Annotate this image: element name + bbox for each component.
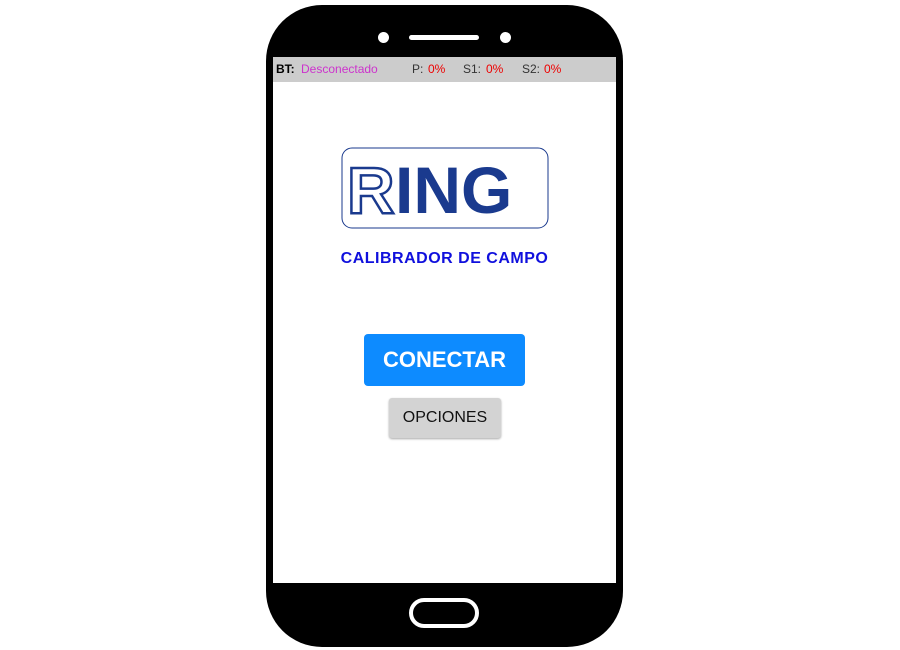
status-bar: BT: Desconectado P: 0% S1: 0% S2: 0% xyxy=(273,57,616,82)
s1-value: 0% xyxy=(486,62,504,76)
p-label: P: xyxy=(412,62,424,76)
ring-logo: R ING xyxy=(341,147,549,229)
home-button[interactable] xyxy=(409,598,479,628)
app-screen: BT: Desconectado P: 0% S1: 0% S2: 0% R I… xyxy=(273,57,616,583)
sensor-dot-icon xyxy=(500,32,511,43)
conectar-button[interactable]: CONECTAR xyxy=(364,334,525,386)
app-subtitle: CALIBRADOR DE CAMPO xyxy=(340,250,549,267)
opciones-button[interactable]: OPCIONES xyxy=(389,398,501,438)
s2-label: S2: xyxy=(522,62,541,76)
phone-frame: BT: Desconectado P: 0% S1: 0% S2: 0% R I… xyxy=(266,5,623,647)
p-value: 0% xyxy=(428,62,446,76)
speaker-grille xyxy=(409,35,479,40)
logo-solid-letters: ING xyxy=(395,153,512,227)
s2-value: 0% xyxy=(544,62,562,76)
bt-status-value: Desconectado xyxy=(301,62,378,76)
logo-outline-letter: R xyxy=(347,153,395,227)
bt-label: BT: xyxy=(276,62,295,76)
s1-label: S1: xyxy=(463,62,482,76)
camera-dot-icon xyxy=(378,32,389,43)
